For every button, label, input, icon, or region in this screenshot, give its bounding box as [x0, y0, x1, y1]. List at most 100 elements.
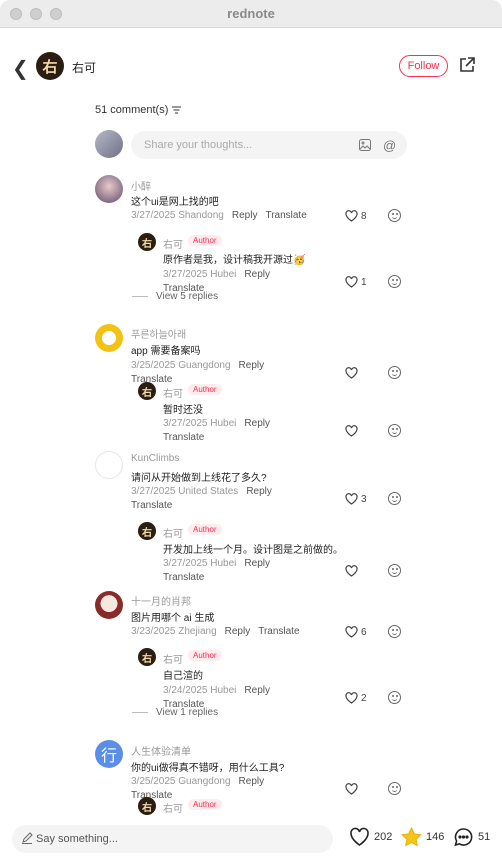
emoji-react-icon[interactable]	[388, 782, 401, 795]
translate-button[interactable]: Translate	[131, 500, 172, 511]
reply-avatar[interactable]: 右	[138, 797, 156, 815]
comment-date: 3/27/2025 United States	[131, 486, 239, 497]
comment-input-placeholder: Share your thoughts...	[144, 139, 253, 151]
translate-button[interactable]: Translate	[163, 432, 204, 443]
collect-note-button[interactable]: 146	[401, 827, 444, 847]
like-note-button[interactable]: 202	[349, 827, 392, 847]
commenter-name[interactable]: 푸른하늘아래	[131, 326, 186, 341]
comment-text: app 需要备案吗	[131, 346, 201, 357]
reply-button[interactable]: Reply	[244, 269, 270, 280]
comment-date: 3/23/2025 Zhejiang	[131, 626, 217, 637]
heart-icon	[345, 692, 358, 704]
commenter-avatar[interactable]	[95, 591, 123, 619]
comment-text: 这个ui是网上找的吧	[131, 197, 219, 208]
reply-author-name[interactable]: 右可	[163, 525, 183, 540]
comment-text: 请问从开始做到上线花了多久?	[131, 473, 267, 484]
reply-text: 暂时还没	[163, 405, 203, 416]
reply-button[interactable]: Reply	[232, 210, 258, 221]
emoji-react-icon[interactable]	[388, 691, 401, 704]
comment-input[interactable]: Share your thoughts... @	[131, 131, 407, 159]
like-button[interactable]: 1	[345, 276, 367, 288]
emoji-react-icon[interactable]	[388, 492, 401, 505]
reply-date: 3/24/2025 Hubei	[163, 685, 237, 696]
reply-avatar[interactable]: 右	[138, 648, 156, 666]
commenter-avatar[interactable]: 行	[95, 740, 123, 768]
heart-icon	[345, 210, 358, 222]
share-icon[interactable]	[458, 56, 476, 74]
author-name[interactable]: 右可	[72, 59, 96, 76]
reply-author-name[interactable]: 右可	[163, 800, 183, 815]
author-avatar[interactable]: 右	[36, 52, 64, 80]
heart-icon	[345, 493, 358, 505]
reply-button[interactable]: Reply	[225, 626, 251, 637]
commenter-avatar[interactable]	[95, 451, 123, 479]
back-button[interactable]: ❮	[12, 56, 29, 81]
reply-avatar[interactable]: 右	[138, 233, 156, 251]
heart-icon	[345, 565, 358, 577]
reply-author-name[interactable]: 右可	[163, 236, 183, 251]
reply-button[interactable]: Reply	[244, 685, 270, 696]
commenter-name[interactable]: 十一月的肖邦	[131, 593, 191, 608]
view-replies-link[interactable]: View 5 replies	[132, 291, 218, 302]
commenter-name[interactable]: 小醉	[131, 178, 151, 193]
author-badge: Author	[188, 650, 222, 661]
reply-text: 自己渲的	[163, 671, 203, 682]
like-button[interactable]	[345, 565, 361, 577]
comment-date: 3/27/2025 Shandong	[131, 210, 224, 221]
like-button[interactable]: 2	[345, 692, 367, 704]
like-count: 3	[361, 493, 367, 505]
reply-author-name[interactable]: 右可	[163, 651, 183, 666]
translate-button[interactable]: Translate	[163, 572, 204, 583]
emoji-react-icon[interactable]	[388, 424, 401, 437]
commenter-name[interactable]: KunClimbs	[131, 453, 179, 464]
emoji-react-icon[interactable]	[388, 625, 401, 638]
comment-date: 3/25/2025 Guangdong	[131, 776, 231, 787]
like-button[interactable]: 3	[345, 493, 367, 505]
view-replies-link[interactable]: View 1 replies	[132, 707, 218, 718]
note-like-count: 202	[374, 831, 393, 843]
commenter-avatar[interactable]	[95, 324, 123, 352]
heart-icon	[345, 425, 358, 437]
reply-author-name[interactable]: 右可	[163, 385, 183, 400]
heart-icon	[350, 827, 369, 846]
commenter-name[interactable]: 人生体验清单	[131, 743, 191, 758]
translate-button[interactable]: Translate	[265, 210, 306, 221]
emoji-react-icon[interactable]	[388, 366, 401, 379]
emoji-react-icon[interactable]	[388, 564, 401, 577]
note-collect-count: 146	[426, 831, 445, 843]
reply-text: 原作者是我，设计稿我开源过🥳	[163, 255, 306, 266]
window-title: rednote	[227, 6, 275, 21]
reply-button[interactable]: Reply	[239, 360, 265, 371]
author-badge: Author	[188, 235, 222, 246]
app-window: rednote ❮ 右 右可 Follow 51 comment(s) Shar…	[0, 0, 502, 859]
like-count: 8	[361, 210, 367, 222]
bottom-action-bar: Say something... 202 146 51	[0, 821, 502, 859]
sort-icon[interactable]	[172, 106, 182, 114]
reply-date: 3/27/2025 Hubei	[163, 418, 237, 429]
heart-icon	[345, 783, 358, 795]
reply-button[interactable]: Reply	[244, 558, 270, 569]
follow-button[interactable]: Follow	[399, 55, 448, 77]
like-button[interactable]: 6	[345, 626, 367, 638]
translate-button[interactable]: Translate	[258, 626, 299, 637]
like-button[interactable]: 8	[345, 210, 367, 222]
like-button[interactable]	[345, 367, 361, 379]
emoji-react-icon[interactable]	[388, 209, 401, 222]
comment-note-button[interactable]: 51	[453, 827, 490, 847]
image-icon[interactable]	[359, 139, 371, 151]
like-count: 2	[361, 692, 367, 704]
reply-button[interactable]: Reply	[244, 418, 270, 429]
reply-date: 3/27/2025 Hubei	[163, 269, 237, 280]
reply-avatar[interactable]: 右	[138, 382, 156, 400]
author-badge: Author	[188, 384, 222, 395]
mention-icon[interactable]: @	[383, 138, 396, 153]
emoji-react-icon[interactable]	[388, 275, 401, 288]
reply-avatar[interactable]: 右	[138, 522, 156, 540]
commenter-avatar[interactable]	[95, 175, 123, 203]
reply-button[interactable]: Reply	[239, 776, 265, 787]
like-button[interactable]	[345, 783, 361, 795]
reply-button[interactable]: Reply	[246, 486, 272, 497]
current-user-avatar	[95, 130, 123, 158]
say-something-input[interactable]: Say something...	[12, 825, 333, 853]
like-button[interactable]	[345, 425, 361, 437]
